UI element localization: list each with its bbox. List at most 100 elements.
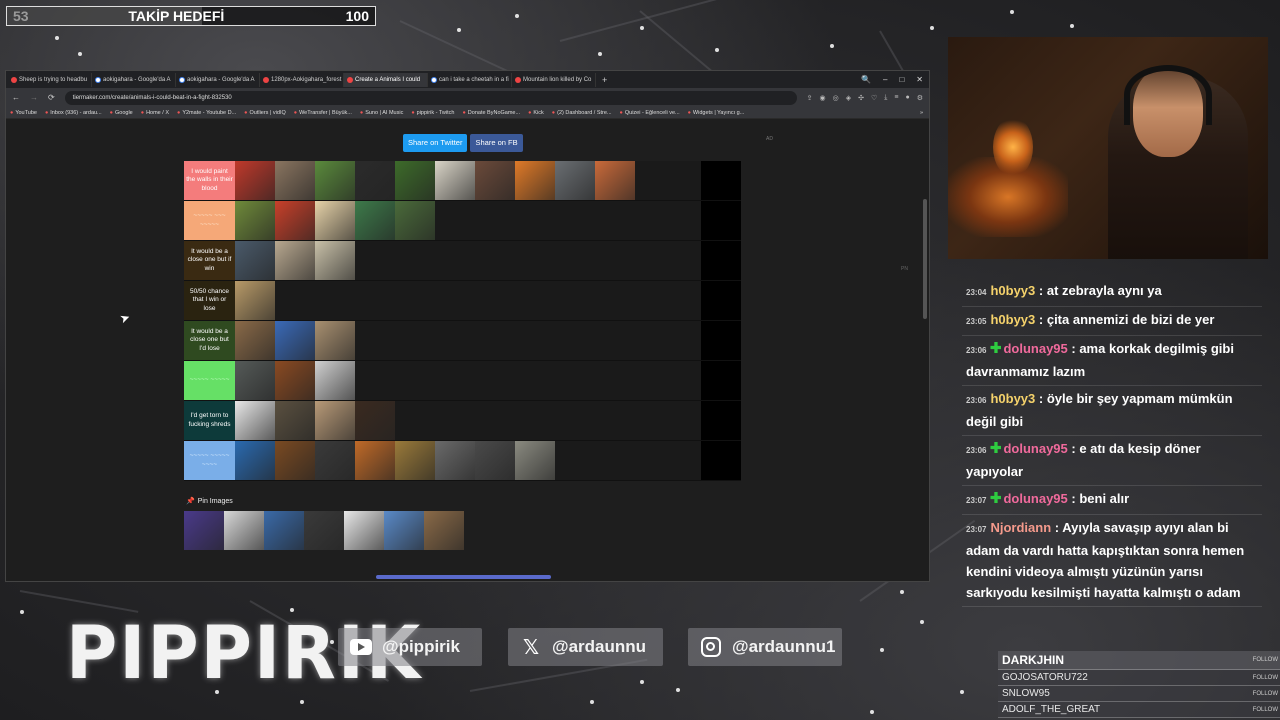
animal-image-tile[interactable] [235, 241, 275, 280]
bookmark-item[interactable]: Y2mate - Youtube D... [177, 110, 236, 116]
menu-icon[interactable]: ≡ [894, 94, 898, 102]
chat-username[interactable]: dolunay95 [1003, 441, 1067, 456]
minimize-button[interactable]: – [883, 75, 887, 84]
tier-label[interactable]: ~~~~~ ~~~ ~~~~~ [184, 201, 235, 240]
pinned-image-tile[interactable] [304, 511, 344, 550]
bookmark-item[interactable]: Quizei - Eğlenceli ve... [620, 110, 680, 116]
tier-settings-handle[interactable] [701, 241, 741, 280]
tier-settings-handle[interactable] [701, 401, 741, 440]
animal-image-tile[interactable] [395, 161, 435, 200]
browser-tab[interactable]: Sheep is trying to headbu [8, 72, 92, 87]
forward-icon[interactable]: → [30, 93, 38, 102]
animal-image-tile[interactable] [395, 201, 435, 240]
animal-image-tile[interactable] [515, 161, 555, 200]
browser-tab[interactable]: aokigahara - Google'da A [176, 72, 260, 87]
back-icon[interactable]: ← [12, 93, 20, 102]
animal-image-tile[interactable] [235, 441, 275, 480]
animal-image-tile[interactable] [355, 401, 395, 440]
pinned-image-tile[interactable] [344, 511, 384, 550]
tier-settings-handle[interactable] [701, 441, 741, 480]
animal-image-tile[interactable] [355, 161, 395, 200]
search-tabs-icon[interactable]: 🔍 [861, 75, 871, 84]
share-icon[interactable]: ⇪ [807, 94, 813, 102]
animal-image-tile[interactable] [475, 161, 515, 200]
more-bookmarks-icon[interactable]: » [920, 110, 929, 116]
download-icon[interactable]: ⤓ [884, 94, 887, 102]
extension-icon[interactable]: ◉ [820, 94, 826, 102]
tier-label[interactable]: ~~~~~ ~~~~~ ~~~~ [184, 441, 235, 480]
tier-settings-handle[interactable] [701, 281, 741, 320]
tier-label[interactable]: 50/50 chance that I win or lose [184, 281, 235, 320]
animal-image-tile[interactable] [315, 401, 355, 440]
animal-image-tile[interactable] [275, 161, 315, 200]
animal-image-tile[interactable] [315, 161, 355, 200]
animal-image-tile[interactable] [235, 161, 275, 200]
animal-image-tile[interactable] [315, 441, 355, 480]
animal-image-tile[interactable] [435, 161, 475, 200]
bookmark-item[interactable]: Widgets | Yayıncı g... [688, 110, 744, 116]
bookmark-item[interactable]: (2) Dashboard / Stre... [552, 110, 611, 116]
extension-icon[interactable]: ◈ [846, 94, 851, 102]
tier-settings-handle[interactable] [701, 201, 741, 240]
animal-image-tile[interactable] [235, 201, 275, 240]
tier-label[interactable]: It would be a close one but if win [184, 241, 235, 280]
reload-icon[interactable]: ⟳ [48, 93, 55, 102]
extension-icon[interactable]: ◎ [833, 94, 839, 102]
animal-image-tile[interactable] [595, 161, 635, 200]
bookmark-item[interactable]: Inbox (936) - ardau... [45, 110, 101, 116]
bookmark-item[interactable]: WeTransfer | Büyük... [294, 110, 352, 116]
bookmark-item[interactable]: Home / X [141, 110, 169, 116]
chat-username[interactable]: h0byy3 [990, 391, 1035, 406]
pinned-image-tile[interactable] [184, 511, 224, 550]
puzzle-icon[interactable]: ✣ [858, 94, 864, 102]
tier-label[interactable]: It would be a close one but I'd lose [184, 321, 235, 360]
animal-image-tile[interactable] [475, 441, 515, 480]
animal-image-tile[interactable] [395, 441, 435, 480]
browser-tab[interactable]: Create a Animals I could [344, 72, 428, 87]
tier-settings-handle[interactable] [701, 161, 741, 200]
bookmark-item[interactable]: YouTube [10, 110, 37, 116]
animal-image-tile[interactable] [235, 361, 275, 400]
animal-image-tile[interactable] [555, 161, 595, 200]
vertical-scrollbar[interactable] [923, 199, 927, 319]
browser-tab[interactable]: aokigahara - Google'da A [92, 72, 176, 87]
tier-label[interactable]: I would paint the walls in their blood [184, 161, 235, 200]
tier-settings-handle[interactable] [701, 321, 741, 360]
animal-image-tile[interactable] [315, 201, 355, 240]
bookmark-item[interactable]: Donate ByNoGame... [462, 110, 520, 116]
chat-username[interactable]: dolunay95 [1003, 491, 1067, 506]
animal-image-tile[interactable] [275, 321, 315, 360]
tier-settings-handle[interactable] [701, 361, 741, 400]
tier-label[interactable]: ~~~~~ ~~~~~ [184, 361, 235, 400]
animal-image-tile[interactable] [275, 401, 315, 440]
pinned-image-tile[interactable] [384, 511, 424, 550]
animal-image-tile[interactable] [315, 241, 355, 280]
heart-icon[interactable]: ♡ [871, 94, 877, 102]
chat-username[interactable]: Njordiann [990, 520, 1051, 535]
animal-image-tile[interactable] [235, 321, 275, 360]
horizontal-scrollbar[interactable] [376, 575, 551, 579]
share-twitter-button[interactable]: Share on Twitter [403, 134, 468, 152]
bookmark-item[interactable]: pippirik - Twitch [411, 110, 455, 116]
chat-username[interactable]: h0byy3 [990, 283, 1035, 298]
maximize-button[interactable]: □ [899, 75, 904, 84]
animal-image-tile[interactable] [315, 321, 355, 360]
address-bar[interactable]: tiermaker.com/create/animals-i-could-bea… [64, 90, 797, 105]
new-tab-button[interactable]: + [596, 75, 613, 85]
browser-tab[interactable]: 1280px-Aokigahara_forest [260, 72, 344, 87]
browser-tab[interactable]: Mountain lion killed by Co [512, 72, 596, 87]
chat-username[interactable]: h0byy3 [990, 312, 1035, 327]
settings-icon[interactable]: ⚙ [917, 94, 923, 102]
pinned-image-tile[interactable] [264, 511, 304, 550]
animal-image-tile[interactable] [275, 441, 315, 480]
animal-image-tile[interactable] [275, 201, 315, 240]
animal-image-tile[interactable] [355, 441, 395, 480]
animal-image-tile[interactable] [515, 441, 555, 480]
chat-username[interactable]: dolunay95 [1003, 341, 1067, 356]
bookmark-item[interactable]: Google [110, 110, 133, 116]
share-fb-button[interactable]: Share on FB [470, 134, 523, 152]
animal-image-tile[interactable] [235, 401, 275, 440]
animal-image-tile[interactable] [435, 441, 475, 480]
tier-label[interactable]: I'd get torn to fucking shreds [184, 401, 235, 440]
browser-tab[interactable]: can i take a cheetah in a fi [428, 72, 512, 87]
